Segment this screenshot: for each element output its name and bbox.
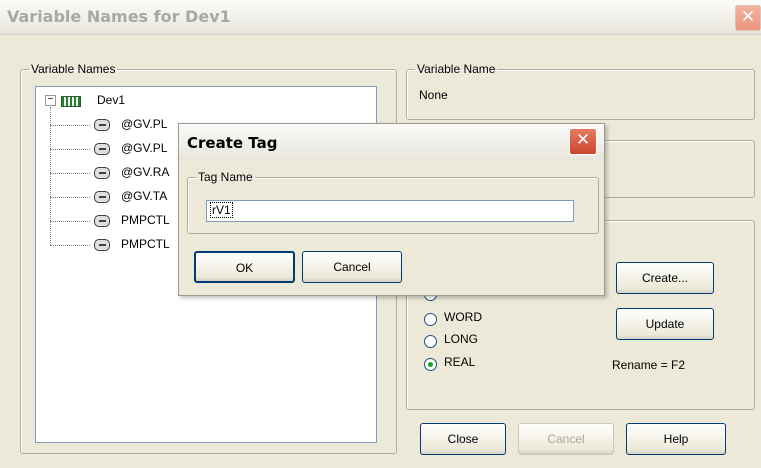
- tree-item[interactable]: PMPCTL: [121, 237, 170, 251]
- real-radio-label: REAL: [444, 355, 476, 369]
- device-icon: [61, 96, 81, 107]
- tag-icon: [94, 215, 110, 227]
- main-window-title: Variable Names for Dev1: [7, 7, 231, 26]
- update-button[interactable]: Update: [616, 308, 714, 340]
- tree-item[interactable]: @GV.PL: [121, 141, 167, 155]
- collapse-icon[interactable]: −: [45, 95, 56, 106]
- create-tag-dialog: Create Tag ✕ Tag Name rV1 OK Cancel: [178, 123, 605, 296]
- main-cancel-button[interactable]: Cancel: [518, 423, 614, 455]
- create-button[interactable]: Create...: [616, 262, 714, 294]
- tag-icon: [94, 167, 110, 179]
- close-icon: ✕: [740, 7, 756, 27]
- variable-name-value: None: [419, 88, 448, 102]
- ok-button[interactable]: OK: [194, 251, 295, 283]
- tag-icon: [94, 119, 110, 131]
- tree-item[interactable]: @GV.RA: [121, 165, 169, 179]
- long-radio[interactable]: [424, 335, 437, 348]
- main-titlebar[interactable]: Variable Names for Dev1 ✕: [0, 0, 761, 35]
- tag-name-input[interactable]: rV1: [206, 200, 574, 222]
- tree-root-dev1[interactable]: Dev1: [97, 93, 125, 107]
- tree-item[interactable]: PMPCTL: [121, 213, 170, 227]
- dialog-titlebar[interactable]: Create Tag ✕: [179, 124, 604, 160]
- long-radio-label: LONG: [444, 332, 479, 346]
- help-button[interactable]: Help: [626, 423, 726, 455]
- variable-name-group-label: Variable Name: [417, 62, 496, 76]
- tag-name-value: rV1: [210, 202, 233, 218]
- tree-item[interactable]: @GV.TA: [121, 189, 167, 203]
- tag-icon: [94, 239, 110, 251]
- word-radio[interactable]: [424, 313, 437, 326]
- dialog-title: Create Tag: [187, 134, 278, 152]
- tag-icon: [94, 191, 110, 203]
- main-close-button[interactable]: ✕: [735, 5, 761, 31]
- close-icon: ✕: [575, 130, 591, 150]
- variable-names-group-label: Variable Names: [31, 62, 116, 76]
- dialog-cancel-button[interactable]: Cancel: [302, 251, 402, 283]
- dialog-close-button[interactable]: ✕: [569, 128, 597, 155]
- tree-item[interactable]: @GV.PL: [121, 117, 167, 131]
- variable-name-group: Variable Name: [406, 62, 755, 120]
- tag-icon: [94, 143, 110, 155]
- rename-hint: Rename = F2: [612, 358, 686, 372]
- close-button[interactable]: Close: [420, 423, 506, 455]
- word-radio-label: WORD: [444, 310, 482, 324]
- tag-name-group-label: Tag Name: [198, 170, 253, 184]
- real-radio[interactable]: [424, 358, 437, 371]
